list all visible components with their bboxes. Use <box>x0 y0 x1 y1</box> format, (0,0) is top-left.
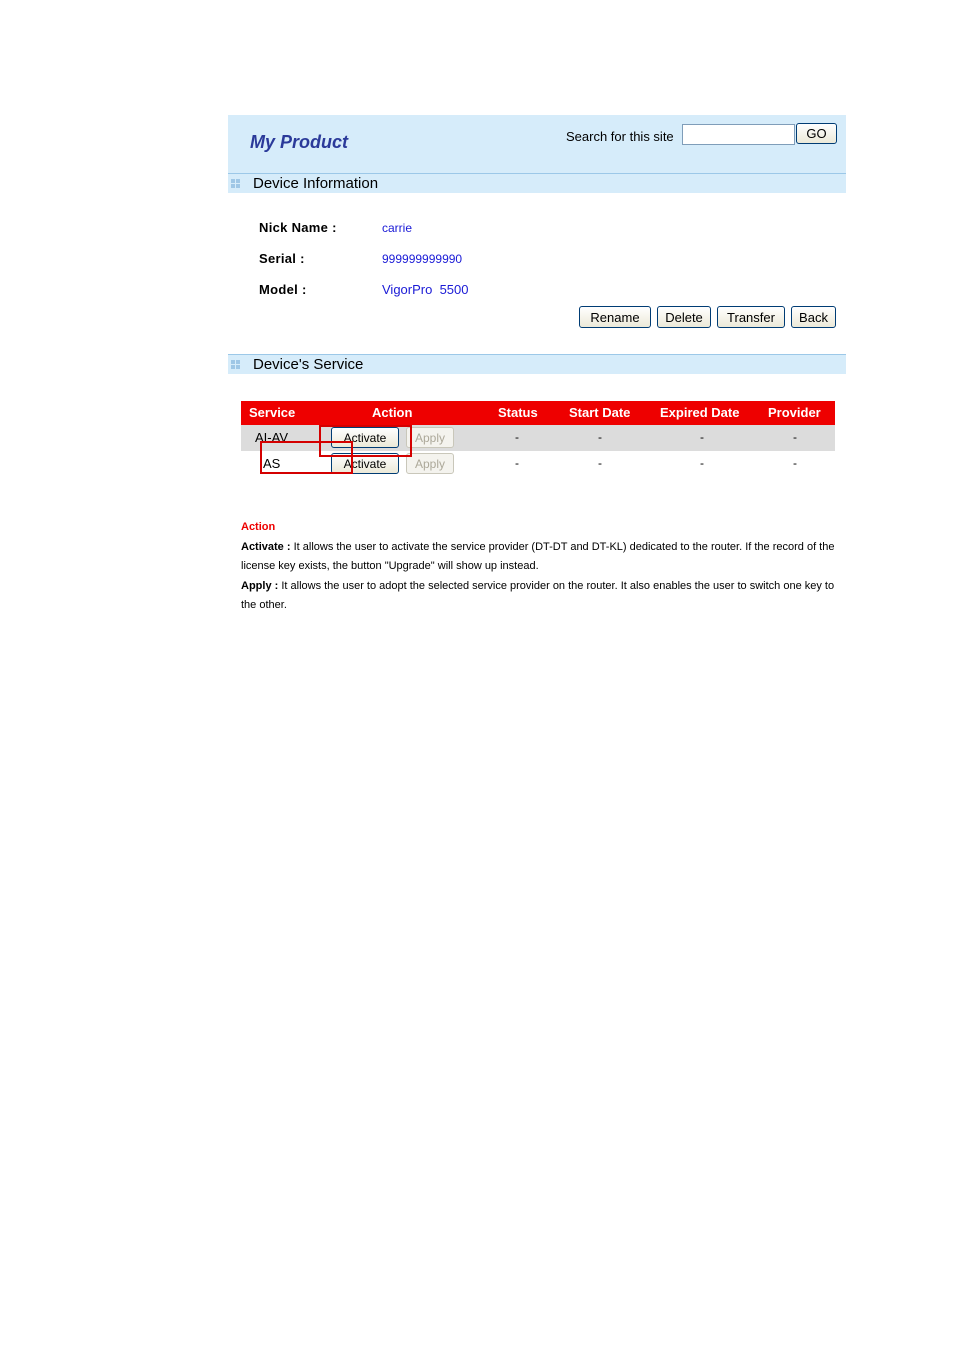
notes-heading: Action <box>241 521 276 533</box>
model-label: Model : <box>259 282 307 297</box>
expired-date-value: - <box>700 456 704 470</box>
table-header: Service Action Status Start Date Expired… <box>241 401 835 425</box>
rename-button[interactable]: Rename <box>579 306 651 328</box>
provider-value: - <box>793 430 797 444</box>
apply-button[interactable]: Apply <box>406 427 454 448</box>
apply-button[interactable]: Apply <box>406 453 454 474</box>
back-button[interactable]: Back <box>791 306 836 328</box>
start-date-value: - <box>598 456 602 470</box>
column-header-service: Service <box>249 405 296 420</box>
column-header-provider: Provider <box>768 405 821 420</box>
search-label: Search for this site <box>566 129 674 144</box>
service-name: AI-AV <box>255 430 288 445</box>
activate-term: Activate : <box>241 540 291 553</box>
status-value: - <box>515 430 519 444</box>
search-input[interactable] <box>682 124 795 145</box>
service-name: AS <box>263 456 281 471</box>
column-header-start-date: Start Date <box>569 405 631 420</box>
model-value: VigorPro 5500 <box>382 282 469 297</box>
apply-description: It allows the user to adopt the selected… <box>241 579 835 612</box>
action-notes: Action Activate : It allows the user to … <box>241 518 841 616</box>
grid-bullet-icon <box>231 179 241 189</box>
column-header-action: Action <box>372 405 413 420</box>
apply-term: Apply : <box>241 579 279 592</box>
service-table: Service Action Status Start Date Expired… <box>241 401 835 477</box>
column-header-status: Status <box>498 405 538 420</box>
activate-note: Activate : It allows the user to activat… <box>241 538 841 577</box>
nick-name-label: Nick Name : <box>259 220 337 235</box>
start-date-value: - <box>598 430 602 444</box>
transfer-button[interactable]: Transfer <box>717 306 785 328</box>
expired-date-value: - <box>700 430 704 444</box>
device-information-bar: Device Information <box>228 173 846 193</box>
activate-button[interactable]: Activate <box>331 427 399 448</box>
nick-name-value: carrie <box>382 221 413 235</box>
activate-description: It allows the user to activate the servi… <box>241 540 835 573</box>
serial-label: Serial : <box>259 251 305 266</box>
apply-note: Apply : It allows the user to adopt the … <box>241 577 841 616</box>
section-title-device-information: Device Information <box>253 175 379 192</box>
device-service-bar: Device's Service <box>228 354 846 374</box>
section-title-device-service: Device's Service <box>253 356 364 373</box>
page-title: My Product <box>250 132 349 152</box>
grid-bullet-icon <box>231 360 241 370</box>
column-header-expired-date: Expired Date <box>660 405 740 420</box>
provider-value: - <box>793 456 797 470</box>
serial-value: 999999999990 <box>382 252 463 266</box>
activate-button[interactable]: Activate <box>331 453 399 474</box>
delete-button[interactable]: Delete <box>657 306 711 328</box>
go-button[interactable]: GO <box>796 123 837 144</box>
table-row: AS Activate Apply - - - - <box>241 451 835 477</box>
table-row: AI-AV Activate Apply - - - - <box>241 425 835 451</box>
page-header: My Product Search for this site GO <box>228 115 846 173</box>
status-value: - <box>515 456 519 470</box>
